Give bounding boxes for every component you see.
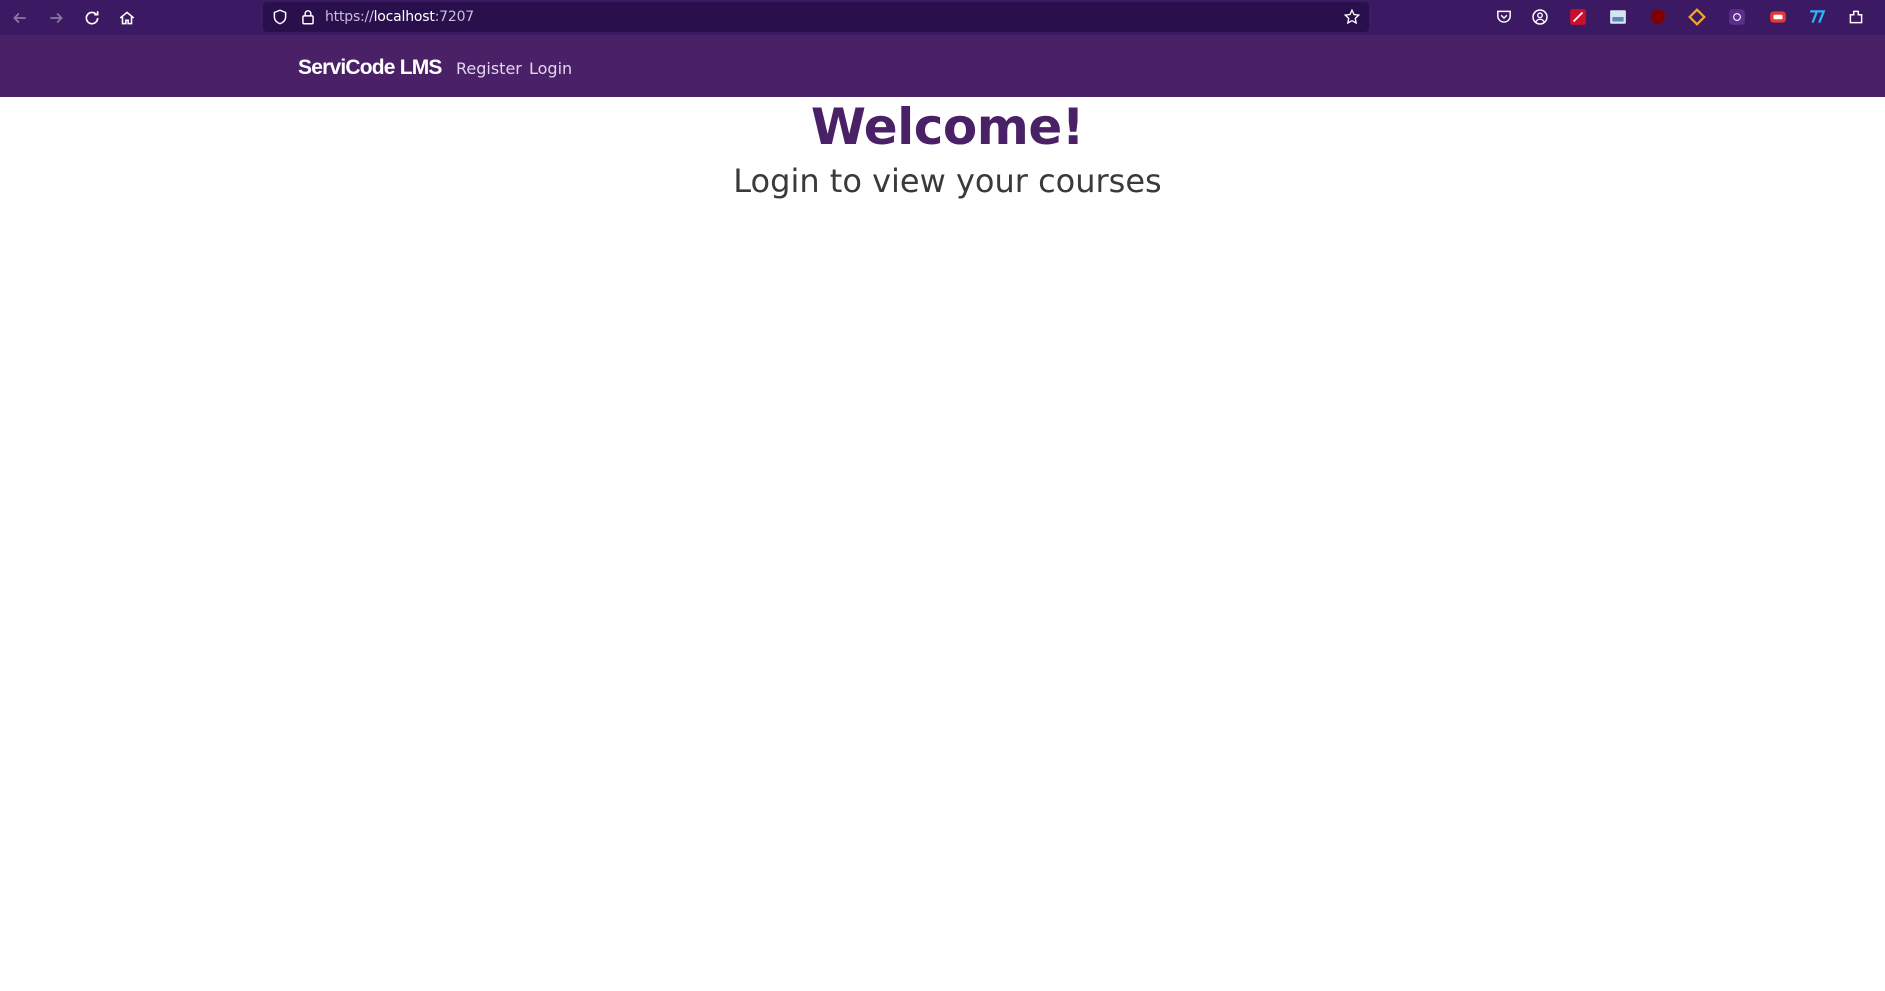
nav-login-link[interactable]: Login [529, 59, 572, 78]
extension-red-button[interactable] [1567, 6, 1589, 28]
pocket-button[interactable] [1493, 6, 1515, 28]
ublock-icon [1651, 9, 1665, 25]
site-navbar: ServiCode LMS Register Login [0, 35, 1885, 97]
extensions-menu-button[interactable] [1845, 6, 1867, 28]
browser-toolbar: https://localhost:7207 [0, 0, 1885, 35]
extension-diamond-button[interactable] [1686, 6, 1708, 28]
extension-music-button[interactable] [1726, 6, 1748, 28]
extension-red-icon [1570, 9, 1586, 25]
home-icon [119, 11, 135, 25]
star-icon[interactable] [1343, 8, 1361, 26]
account-button[interactable] [1529, 6, 1551, 28]
home-button[interactable] [113, 4, 141, 32]
shield-icon[interactable] [271, 8, 289, 26]
nav-register-link[interactable]: Register [456, 59, 522, 78]
account-icon [1532, 9, 1548, 25]
extension-diamond-icon [1688, 8, 1706, 26]
extension-rec-button[interactable] [1767, 6, 1789, 28]
extension-image-button[interactable] [1607, 6, 1629, 28]
welcome-heading: Welcome! [810, 98, 1085, 156]
extensions-menu-icon [1849, 10, 1863, 24]
forward-icon [50, 12, 63, 24]
back-icon [13, 12, 26, 24]
extension-music-icon [1729, 9, 1745, 25]
back-button[interactable] [6, 4, 34, 32]
lock-icon[interactable] [299, 8, 317, 26]
ublock-button[interactable] [1647, 6, 1669, 28]
login-prompt-subtitle: Login to view your courses [733, 162, 1162, 200]
address-bar[interactable]: https://localhost:7207 [263, 2, 1369, 32]
reload-icon [85, 11, 99, 25]
extension-7-icon [1810, 10, 1826, 24]
extension-image-icon [1610, 10, 1626, 24]
forward-button[interactable] [42, 4, 70, 32]
url-scheme: https:// [325, 9, 374, 25]
url-port: :7207 [434, 9, 475, 25]
brand-logo-text[interactable]: ServiCode LMS [298, 56, 442, 80]
reload-button[interactable] [78, 4, 106, 32]
extension-rec-icon [1770, 11, 1786, 23]
url-text[interactable]: https://localhost:7207 [325, 9, 474, 25]
extension-7-button[interactable] [1806, 6, 1828, 28]
pocket-icon [1497, 10, 1511, 23]
url-host: localhost [373, 9, 435, 25]
